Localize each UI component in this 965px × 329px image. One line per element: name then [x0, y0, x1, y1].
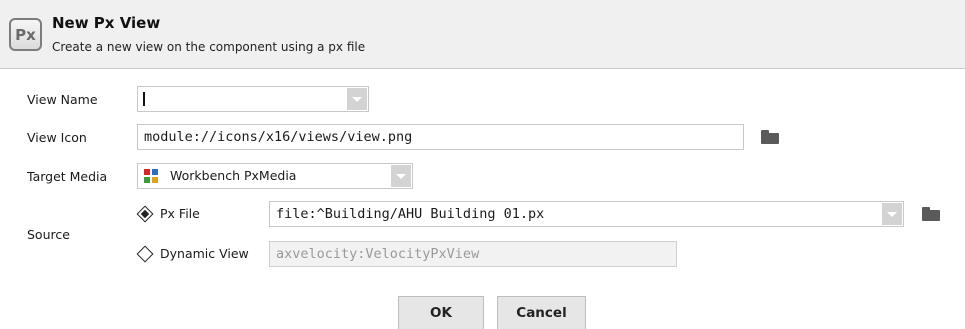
px-file-label[interactable]: Px File	[160, 206, 200, 221]
folder-icon[interactable]	[761, 130, 779, 144]
px-file-icon: Px	[9, 18, 42, 51]
dynamic-view-input[interactable]: axvelocity:VelocityPxView	[269, 241, 677, 267]
target-media-select[interactable]: Workbench PxMedia	[137, 163, 413, 189]
target-media-label: Target Media	[27, 169, 108, 184]
folder-icon[interactable]	[922, 207, 940, 221]
view-name-combo[interactable]	[137, 86, 369, 112]
chevron-down-icon[interactable]	[347, 88, 367, 110]
px-file-radio[interactable]	[136, 205, 154, 223]
dynamic-view-label[interactable]: Dynamic View	[160, 246, 249, 261]
chevron-down-icon[interactable]	[391, 165, 411, 187]
ok-button[interactable]: OK	[398, 296, 484, 329]
view-name-label: View Name	[27, 92, 98, 107]
new-px-view-dialog: Px New Px View Create a new view on the …	[0, 0, 965, 329]
dialog-title: New Px View	[52, 14, 161, 32]
px-icon-text: Px	[15, 25, 36, 44]
dialog-header: Px New Px View Create a new view on the …	[0, 0, 965, 69]
px-file-value: file:^Building/AHU Building 01.px	[276, 206, 545, 222]
chevron-down-icon[interactable]	[882, 203, 902, 225]
view-icon-input[interactable]: module://icons/x16/views/view.png	[137, 124, 744, 150]
dynamic-view-radio[interactable]	[136, 245, 154, 263]
cancel-button[interactable]: Cancel	[497, 296, 586, 329]
workbench-media-icon	[144, 169, 158, 183]
target-media-value: Workbench PxMedia	[170, 168, 297, 183]
dynamic-view-value: axvelocity:VelocityPxView	[276, 246, 480, 262]
dialog-subtitle: Create a new view on the component using…	[52, 40, 366, 54]
px-file-combo[interactable]: file:^Building/AHU Building 01.px	[269, 201, 904, 227]
text-cursor	[143, 92, 145, 106]
source-label: Source	[27, 227, 70, 242]
view-icon-label: View Icon	[27, 130, 87, 145]
